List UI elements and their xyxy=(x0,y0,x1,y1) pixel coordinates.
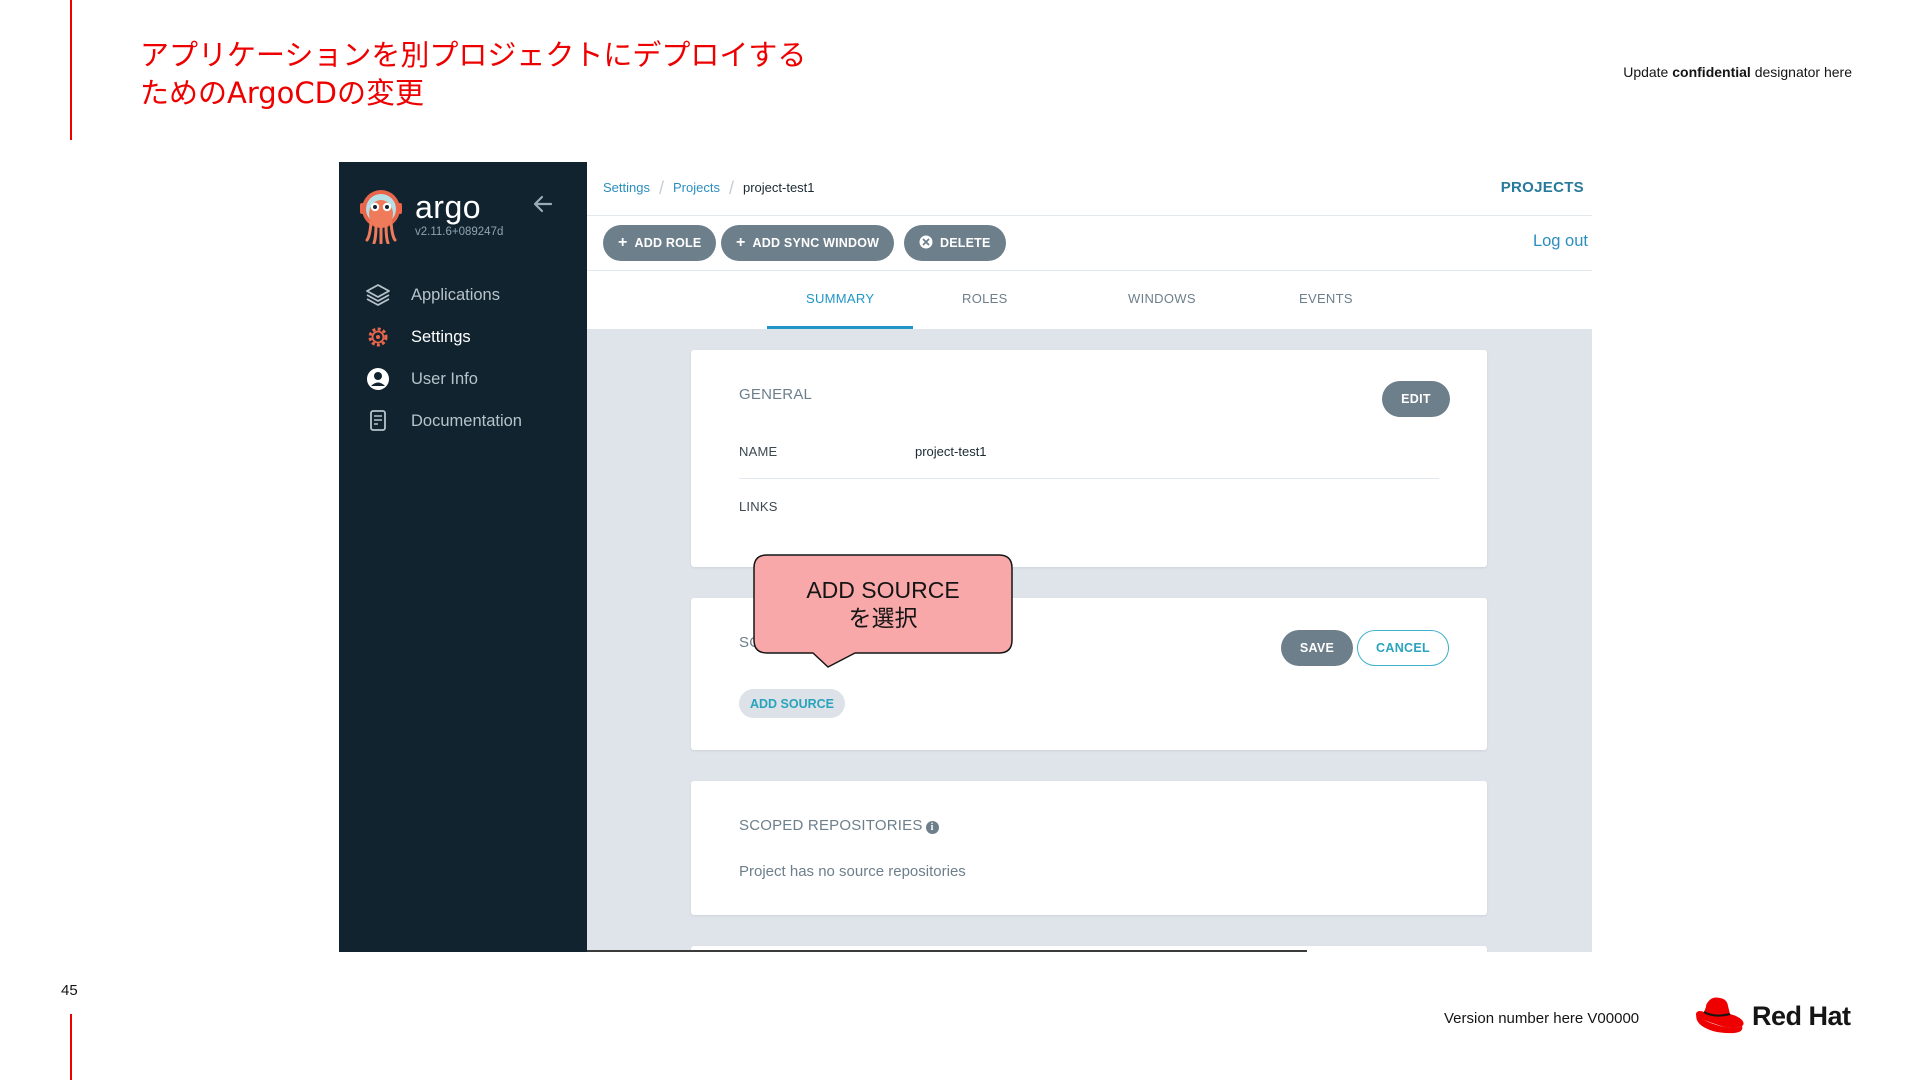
breadcrumb-settings[interactable]: Settings xyxy=(603,180,650,195)
scoped-heading-text: SCOPED REPOSITORIES xyxy=(739,817,923,834)
general-card: GENERAL EDIT NAME project-test1 LINKS xyxy=(691,350,1487,567)
add-role-button[interactable]: + ADD ROLE xyxy=(603,225,717,261)
brand-name: argo xyxy=(415,189,482,225)
page-number: 45 xyxy=(61,982,78,999)
arrow-left-icon[interactable] xyxy=(531,192,555,216)
slide-accent-rule-top xyxy=(70,0,72,140)
add-source-button[interactable]: ADD SOURCE xyxy=(739,689,845,718)
add-role-label: ADD ROLE xyxy=(634,236,702,250)
version-label: Version number here V00000 xyxy=(1444,1010,1640,1027)
document-icon xyxy=(365,408,391,434)
sidebar-item-label: Documentation xyxy=(411,411,522,430)
slide-title-line-2: ためのArgoCDの変更 xyxy=(140,76,424,110)
name-label: NAME xyxy=(739,444,778,459)
sidebar-item-label: Settings xyxy=(411,327,471,346)
scoped-heading: SCOPED REPOSITORIES i xyxy=(739,817,939,834)
general-heading: GENERAL xyxy=(739,386,813,403)
brand-text: argo v2.11.6+089247d xyxy=(415,190,503,238)
delete-label: DELETE xyxy=(940,236,991,250)
plus-icon: + xyxy=(736,234,746,251)
tab-summary[interactable]: SUMMARY xyxy=(806,291,874,306)
brand-version: v2.11.6+089247d xyxy=(415,226,504,238)
logout-link[interactable]: Log out xyxy=(1533,232,1588,251)
slide-title: アプリケーションを別プロジェクトにデプロイする ためのArgoCDの変更 xyxy=(140,36,840,112)
sidebar-item-user-info[interactable]: User Info xyxy=(365,358,522,400)
sidebar: argo v2.11.6+089247d Applications Settin… xyxy=(339,162,587,952)
sidebar-item-settings[interactable]: Settings xyxy=(365,316,522,358)
brand: argo v2.11.6+089247d xyxy=(359,188,503,244)
breadcrumb-separator: / xyxy=(728,177,734,198)
projects-link[interactable]: PROJECTS xyxy=(1501,179,1584,196)
redhat-wordmark: Red Hat xyxy=(1752,1000,1851,1031)
add-sync-window-button[interactable]: + ADD SYNC WINDOW xyxy=(721,225,895,261)
tab-roles[interactable]: ROLES xyxy=(962,291,1008,306)
tabs-bar: SUMMARY ROLES WINDOWS EVENTS xyxy=(587,271,1592,329)
confidential-prefix: Update xyxy=(1623,64,1673,80)
confidential-bold: confidential xyxy=(1672,64,1751,80)
plus-icon: + xyxy=(618,234,628,251)
breadcrumb-separator: / xyxy=(658,177,664,198)
redhat-hat-icon xyxy=(1695,997,1744,1034)
name-value: project-test1 xyxy=(915,444,987,459)
delete-button[interactable]: DELETE xyxy=(904,225,1006,261)
layers-icon xyxy=(365,282,391,308)
main-panel: Settings / Projects / project-test1 PROJ… xyxy=(587,162,1592,952)
confidential-designator: Update confidential designator here xyxy=(1623,64,1852,80)
breadcrumb: Settings / Projects / project-test1 xyxy=(603,177,815,198)
tab-events[interactable]: EVENTS xyxy=(1299,291,1353,306)
sidebar-item-label: Applications xyxy=(411,285,500,304)
cancel-button[interactable]: CANCEL xyxy=(1357,630,1449,666)
sidebar-item-documentation[interactable]: Documentation xyxy=(365,400,522,442)
slide-accent-rule-bottom xyxy=(70,1014,72,1080)
links-label: LINKS xyxy=(739,499,778,514)
callout-line-2: を選択 xyxy=(848,605,918,631)
sidebar-nav: Applications Settings User Info Document… xyxy=(365,274,522,442)
sidebar-item-label: User Info xyxy=(411,369,478,388)
action-bar: + ADD ROLE + ADD SYNC WINDOW DELETE Log … xyxy=(587,216,1592,271)
sidebar-item-applications[interactable]: Applications xyxy=(365,274,522,316)
callout-balloon: ADD SOURCE を選択 xyxy=(753,554,1013,668)
breadcrumb-projects[interactable]: Projects xyxy=(673,180,720,195)
gear-icon xyxy=(365,324,391,350)
info-icon[interactable]: i xyxy=(925,821,939,834)
screenshot-edge-line xyxy=(587,950,1307,952)
save-button[interactable]: SAVE xyxy=(1281,630,1353,666)
edit-button[interactable]: EDIT xyxy=(1382,381,1450,417)
scoped-empty-text: Project has no source repositories xyxy=(739,863,966,880)
slide-title-line-1: アプリケーションを別プロジェクトにデプロイする xyxy=(140,38,807,72)
confidential-suffix: designator here xyxy=(1750,64,1852,80)
callout-line-1: ADD SOURCE xyxy=(806,577,960,603)
top-bar: Settings / Projects / project-test1 PROJ… xyxy=(587,162,1592,216)
breadcrumb-current: project-test1 xyxy=(742,180,815,195)
user-circle-icon xyxy=(365,366,391,392)
redhat-logo: Red Hat xyxy=(1694,996,1851,1036)
argo-mascot-icon xyxy=(360,190,402,244)
callout-text: ADD SOURCE を選択 xyxy=(753,576,1013,632)
close-circle-icon xyxy=(919,235,933,252)
add-sync-window-label: ADD SYNC WINDOW xyxy=(752,236,880,250)
field-divider xyxy=(739,478,1439,479)
tab-active-indicator xyxy=(767,326,913,329)
scoped-repositories-card: SCOPED REPOSITORIES i Project has no sour… xyxy=(691,781,1487,915)
tab-windows[interactable]: WINDOWS xyxy=(1128,291,1196,306)
